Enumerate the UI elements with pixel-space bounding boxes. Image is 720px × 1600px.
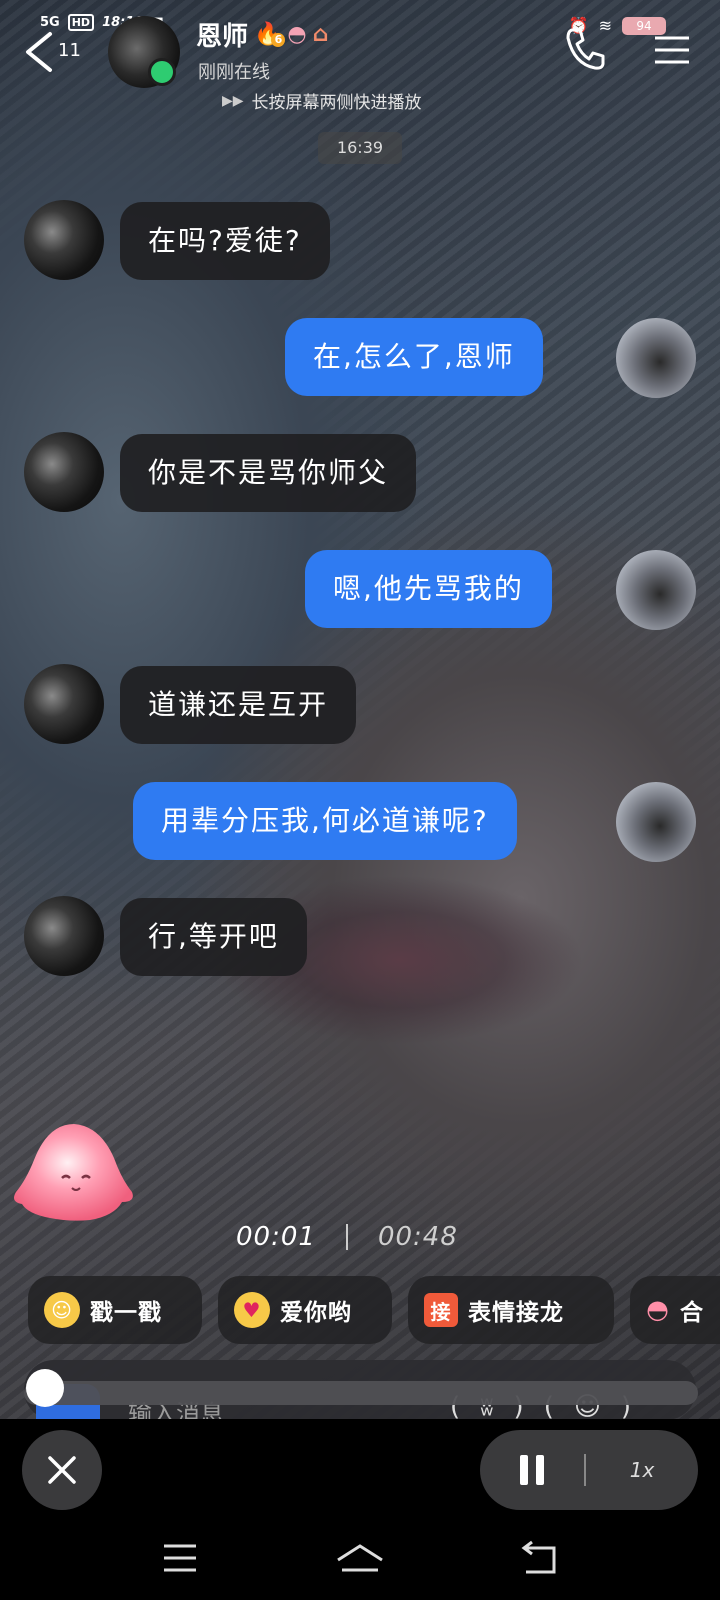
- quick-action-label: 表情接龙: [468, 1300, 564, 1326]
- quick-action-label: 戳一戳: [90, 1300, 162, 1326]
- chevron-left-icon: [26, 32, 52, 72]
- playback-time: 00:01 00:48: [236, 1222, 458, 1252]
- quick-action-love[interactable]: ♥ 爱你哟: [218, 1276, 392, 1344]
- nav-back-button[interactable]: [510, 1538, 570, 1578]
- back-arrow-icon: [521, 1540, 556, 1574]
- my-avatar[interactable]: [616, 782, 696, 862]
- jie-icon: 接: [424, 1293, 458, 1327]
- fire-badge-icon: 🔥 6: [254, 22, 286, 47]
- back-button[interactable]: [20, 30, 60, 74]
- time-separator: [345, 1224, 348, 1250]
- hint-text: 长按屏幕两侧快进播放: [251, 93, 422, 113]
- message-bubble-sent[interactable]: 嗯,他先骂我的: [305, 550, 552, 628]
- phone-call-button[interactable]: [562, 24, 606, 72]
- menu-button[interactable]: [654, 34, 690, 66]
- quick-action-label: 爱你哟: [280, 1300, 352, 1326]
- message-bubble-received[interactable]: 你是不是骂你师父: [120, 434, 417, 512]
- my-avatar[interactable]: [616, 318, 696, 398]
- message-bubble-received[interactable]: 行,等开吧: [120, 898, 307, 976]
- progress-handle[interactable]: [26, 1369, 64, 1407]
- nav-home-button[interactable]: [330, 1538, 390, 1578]
- sender-avatar[interactable]: [24, 200, 104, 280]
- message-bubble-received[interactable]: 道谦还是互开: [120, 666, 357, 744]
- video-progress-bar[interactable]: [24, 1381, 698, 1405]
- message-bubble-sent[interactable]: 用辈分压我,何必道谦呢?: [133, 782, 517, 860]
- battery-indicator: 94: [622, 16, 666, 35]
- hamburger-icon: [655, 36, 689, 64]
- online-status: 刚刚在线: [198, 62, 270, 83]
- quick-action-poke[interactable]: ☺ 戳一戳: [28, 1276, 202, 1344]
- menu-lines-icon: [164, 1544, 196, 1572]
- contact-name: 恩师: [196, 22, 249, 52]
- pause-button[interactable]: [480, 1430, 584, 1510]
- message-bubble-received[interactable]: 在吗?爱徒?: [120, 202, 330, 280]
- message-bubble-sent[interactable]: 在,怎么了,恩师: [285, 318, 543, 396]
- player-controls: 1x: [480, 1430, 698, 1510]
- nav-recent-apps-button[interactable]: [150, 1538, 210, 1578]
- fast-forward-icon: ▶▶: [222, 92, 244, 109]
- home-icon: [337, 1544, 383, 1572]
- total-time: 00:48: [377, 1222, 458, 1252]
- pink-mascot-icon: [14, 1124, 133, 1221]
- fire-count: 6: [271, 33, 286, 47]
- pause-icon: [520, 1455, 544, 1485]
- poke-icon: ☺: [44, 1292, 80, 1328]
- quick-action-label: 合: [680, 1300, 704, 1326]
- heart-eyes-icon: ♥: [234, 1292, 270, 1328]
- sender-avatar[interactable]: [24, 896, 104, 976]
- online-indicator: [148, 58, 176, 86]
- unread-count: 11: [58, 40, 81, 61]
- sender-avatar[interactable]: [24, 432, 104, 512]
- quick-action-together[interactable]: ◓ 合: [630, 1276, 720, 1344]
- playback-speed-button[interactable]: 1x: [586, 1458, 698, 1482]
- signal-indicator: 5G: [40, 15, 60, 30]
- quick-action-sticker-relay[interactable]: 接 表情接龙: [408, 1276, 614, 1344]
- mascot-badge-icon: ◓: [287, 22, 307, 47]
- sender-avatar[interactable]: [24, 664, 104, 744]
- current-time: 00:01: [236, 1222, 316, 1252]
- home-badge-icon: ⌂: [312, 22, 329, 47]
- my-avatar[interactable]: [616, 550, 696, 630]
- mascot-icon: ◓: [646, 1295, 670, 1325]
- playback-hint: ▶▶ 长按屏幕两侧快进播放: [222, 88, 422, 114]
- phone-icon: [566, 28, 605, 70]
- chat-timestamp: 16:39: [318, 132, 402, 164]
- hd-indicator: HD: [67, 14, 95, 31]
- close-icon: [48, 1456, 76, 1484]
- mascot-sticker[interactable]: [10, 1118, 138, 1224]
- contact-name-row[interactable]: 恩师 🔥 6 ◓ ⌂: [196, 16, 328, 53]
- close-button[interactable]: [22, 1430, 102, 1510]
